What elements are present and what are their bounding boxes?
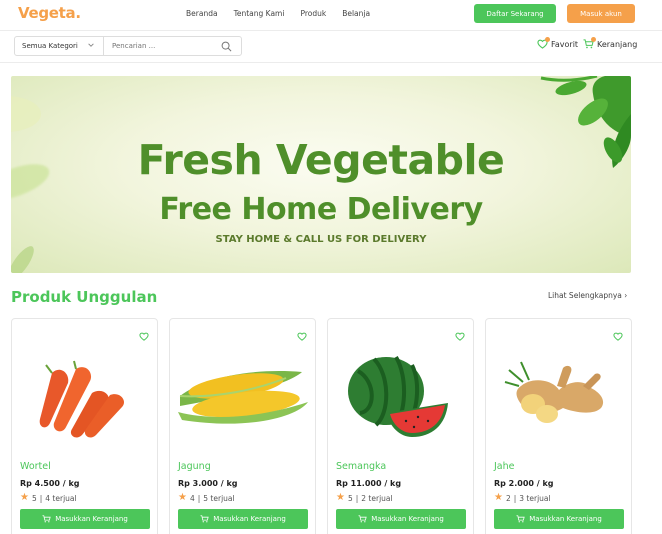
rating-separator: | (39, 493, 43, 503)
register-button[interactable]: Daftar Sekarang (474, 4, 556, 23)
cart-icon (516, 515, 525, 523)
product-name[interactable]: Jahe (494, 461, 515, 472)
carrot-image (12, 341, 157, 451)
category-select[interactable]: Semua Kategori (15, 37, 104, 55)
star-icon: ★ (178, 492, 187, 503)
add-to-cart-label: Masukkan Keranjang (55, 515, 128, 523)
banner-headline: Fresh Vegetable (137, 136, 505, 184)
add-to-cart-button[interactable]: Masukkan Keranjang (494, 509, 624, 529)
search-input[interactable] (104, 37, 217, 55)
product-card[interactable]: Semangka Rp 11.000 / kg ★ 5 | 2 terjual … (327, 318, 474, 534)
product-price: Rp 3.000 / kg (178, 479, 238, 488)
chevron-down-icon (87, 41, 95, 51)
product-card[interactable]: Jagung Rp 3.000 / kg ★ 4 | 5 terjual Mas… (169, 318, 316, 534)
brand-logo[interactable]: Vegeta. (18, 4, 81, 22)
rating-separator: | (355, 493, 359, 503)
nav-divider (0, 30, 662, 31)
product-name[interactable]: Jagung (178, 461, 211, 472)
cart-icon (358, 515, 367, 523)
product-price: Rp 4.500 / kg (20, 479, 80, 488)
corn-image (170, 341, 315, 451)
sold-count: 2 terjual (361, 493, 393, 503)
add-to-cart-button[interactable]: Masukkan Keranjang (178, 509, 308, 529)
product-card[interactable]: Jahe Rp 2.000 / kg ★ 2 | 3 terjual Masuk… (485, 318, 632, 534)
watermelon-image (328, 341, 473, 451)
nav-link-beranda[interactable]: Beranda (186, 9, 218, 18)
leaf-decoration (11, 242, 39, 273)
rating-value: 2 (505, 493, 511, 503)
search-icon[interactable] (217, 37, 235, 55)
banner-subheadline: Free Home Delivery (159, 192, 483, 227)
sold-count: 3 terjual (519, 493, 551, 503)
rating-separator: | (513, 493, 517, 503)
product-name[interactable]: Semangka (336, 461, 386, 472)
search-divider (0, 62, 662, 63)
top-navbar: Vegeta. Beranda Tentang Kami Produk Bela… (0, 0, 662, 30)
product-rating: ★ 5 | 2 terjual (336, 493, 393, 503)
add-to-cart-label: Masukkan Keranjang (529, 515, 602, 523)
rating-value: 5 (31, 493, 37, 503)
add-to-cart-button[interactable]: Masukkan Keranjang (20, 509, 150, 529)
cart-icon (200, 515, 209, 523)
banner-tagline: STAY HOME & CALL US FOR DELIVERY (215, 234, 427, 245)
product-card[interactable]: Wortel Rp 4.500 / kg ★ 5 | 4 terjual Mas… (11, 318, 158, 534)
category-select-value: Semua Kategori (22, 42, 78, 50)
add-to-cart-label: Masukkan Keranjang (213, 515, 286, 523)
search-bar: Semua Kategori (14, 36, 242, 56)
favorite-label: Favorit (551, 39, 579, 49)
star-icon: ★ (494, 492, 503, 503)
add-to-cart-button[interactable]: Masukkan Keranjang (336, 509, 466, 529)
leaf-decoration (11, 96, 41, 132)
cart-icon (583, 37, 596, 49)
see-more-link[interactable]: Lihat Selengkapnya › (548, 291, 627, 300)
rating-separator: | (197, 493, 201, 503)
product-name[interactable]: Wortel (20, 461, 51, 472)
nav-link-produk[interactable]: Produk (300, 9, 326, 18)
sold-count: 5 terjual (203, 493, 235, 503)
cart-link[interactable]: Keranjang (583, 37, 638, 49)
cart-label: Keranjang (597, 39, 638, 49)
product-price: Rp 11.000 / kg (336, 479, 402, 488)
hero-banner[interactable]: Fresh Vegetable Free Home Delivery STAY … (11, 76, 631, 273)
nav-link-tentang-kami[interactable]: Tentang Kami (234, 9, 285, 18)
favorite-badge (545, 37, 550, 42)
nav-link-belanja[interactable]: Belanja (342, 9, 370, 18)
star-icon: ★ (20, 492, 29, 503)
ginger-image (486, 341, 631, 451)
login-button[interactable]: Masuk akun (567, 4, 635, 23)
product-rating: ★ 4 | 5 terjual (178, 493, 235, 503)
cart-icon (42, 515, 51, 523)
rating-value: 4 (189, 493, 195, 503)
cart-badge (591, 37, 596, 42)
section-title: Produk Unggulan (11, 288, 158, 306)
product-rating: ★ 5 | 4 terjual (20, 493, 77, 503)
heart-icon (537, 37, 550, 49)
star-icon: ★ (336, 492, 345, 503)
rating-value: 5 (347, 493, 353, 503)
product-rating: ★ 2 | 3 terjual (494, 493, 551, 503)
main-nav: Beranda Tentang Kami Produk Belanja (186, 9, 370, 18)
product-price: Rp 2.000 / kg (494, 479, 554, 488)
sold-count: 4 terjual (45, 493, 77, 503)
favorite-link[interactable]: Favorit (537, 37, 579, 49)
add-to-cart-label: Masukkan Keranjang (371, 515, 444, 523)
